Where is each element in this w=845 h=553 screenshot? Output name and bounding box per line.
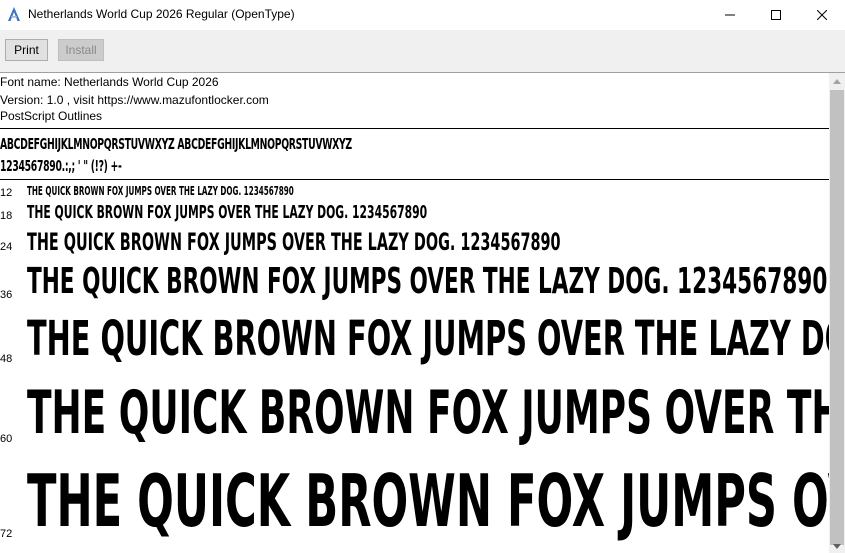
sample-text-60: THE QUICK BROWN FOX JUMPS OVER THE LAZY … [27, 378, 829, 448]
sample-text-48: THE QUICK BROWN FOX JUMPS OVER THE LAZY … [27, 311, 829, 367]
print-button[interactable]: Print [5, 39, 48, 61]
size-label-36: 36 [0, 289, 13, 301]
size-label-60: 60 [0, 433, 13, 445]
minimize-button[interactable] [707, 0, 753, 30]
close-icon [817, 10, 827, 20]
sample-text-18: THE QUICK BROWN FOX JUMPS OVER THE LAZY … [27, 202, 428, 223]
size-label-24: 24 [0, 241, 13, 253]
install-button[interactable]: Install [58, 39, 104, 61]
chevron-up-icon [833, 78, 841, 84]
size-label-18: 18 [0, 210, 13, 222]
maximize-button[interactable] [753, 0, 799, 30]
scroll-thumb[interactable] [830, 90, 844, 545]
version-line: Version: 1.0 , visit https://www.mazufon… [0, 93, 269, 107]
charset-digits: 1234567890.:,; ' " (!?) +- [0, 157, 122, 175]
title-bar: Netherlands World Cup 2026 Regular (Open… [0, 0, 845, 30]
font-preview-area: Font name: Netherlands World Cup 2026 Ve… [0, 73, 829, 553]
sample-text-12: THE QUICK BROWN FOX JUMPS OVER THE LAZY … [27, 184, 294, 198]
size-label-48: 48 [0, 353, 13, 365]
scroll-up-button[interactable] [829, 73, 845, 89]
sample-text-36: THE QUICK BROWN FOX JUMPS OVER THE LAZY … [27, 261, 828, 302]
font-viewer-icon [6, 6, 22, 22]
scroll-down-button[interactable] [829, 539, 845, 553]
sample-text-72: THE QUICK BROWN FOX JUMPS OVER THE LAZY … [27, 459, 829, 543]
info-separator [0, 128, 829, 129]
minimize-icon [725, 14, 735, 16]
chevron-down-icon [833, 543, 841, 549]
size-label-72: 72 [0, 528, 13, 540]
font-name-line: Font name: Netherlands World Cup 2026 [0, 75, 219, 89]
sample-text-24: THE QUICK BROWN FOX JUMPS OVER THE LAZY … [27, 228, 561, 256]
maximize-icon [771, 10, 781, 20]
vertical-scrollbar[interactable] [829, 73, 845, 553]
toolbar: Print Install [0, 30, 845, 73]
size-label-12: 12 [0, 187, 13, 199]
charset-letters: ABCDEFGHIJKLMNOPQRSTUVWXYZ ABCDEFGHIJKLM… [0, 135, 352, 153]
outlines-line: PostScript Outlines [0, 109, 103, 123]
charset-separator [0, 179, 829, 180]
close-button[interactable] [799, 0, 845, 30]
window-title: Netherlands World Cup 2026 Regular (Open… [28, 7, 295, 21]
